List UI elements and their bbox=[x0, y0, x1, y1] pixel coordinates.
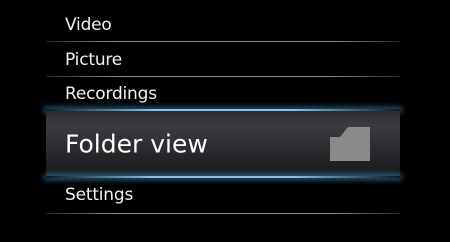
menu-item-label: Settings bbox=[65, 185, 134, 205]
menu-item-picture[interactable]: Picture bbox=[46, 45, 400, 75]
menu-item-settings[interactable]: Settings bbox=[46, 180, 400, 210]
menu-item-video[interactable]: Video bbox=[46, 10, 400, 40]
divider bbox=[46, 76, 400, 77]
menu-item-label: Video bbox=[65, 15, 112, 35]
folder-icon bbox=[330, 127, 370, 161]
divider bbox=[46, 213, 400, 214]
menu-item-label-selected: Folder view bbox=[65, 129, 208, 158]
selection-bottom-glow bbox=[46, 176, 400, 178]
menu-item-label: Picture bbox=[65, 50, 123, 70]
menu-item-label: Recordings bbox=[65, 84, 157, 104]
menu-item-folder-view[interactable]: Folder view bbox=[46, 111, 400, 176]
menu-item-recordings[interactable]: Recordings bbox=[46, 79, 400, 109]
divider bbox=[46, 41, 400, 42]
media-menu-screen: Video Picture Recordings Folder view Set… bbox=[0, 0, 450, 242]
